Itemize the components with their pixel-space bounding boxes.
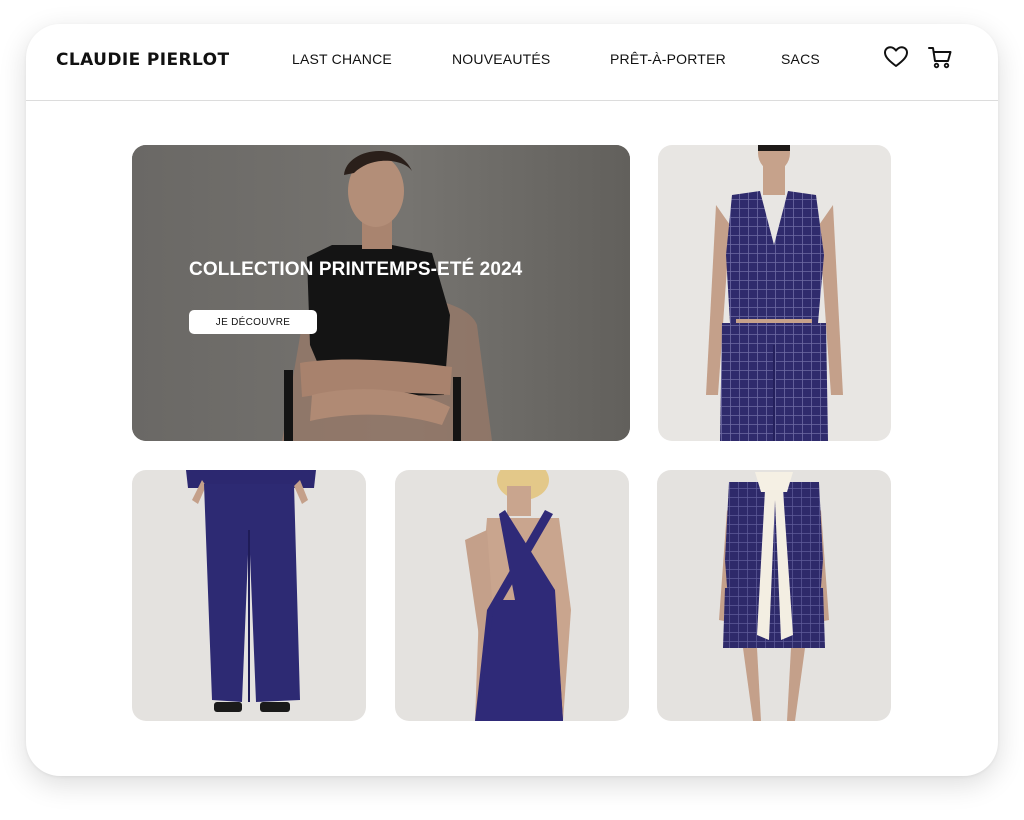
product-image-open-back-dress <box>465 470 571 721</box>
discover-button[interactable]: JE DÉCOUVRE <box>189 310 317 334</box>
cart-icon[interactable] <box>927 44 953 70</box>
product-tile-vest[interactable] <box>658 145 891 441</box>
product-image-wide-trousers <box>186 470 316 712</box>
nav-item-nouveautes[interactable]: NOUVEAUTÉS <box>452 51 550 67</box>
hero-model-image <box>132 145 630 441</box>
site-header: CLAUDIE PIERLOT LAST CHANCE NOUVEAUTÉS P… <box>26 24 998 101</box>
product-image-checked-dress <box>719 472 829 721</box>
hero-banner[interactable]: COLLECTION PRINTEMPS-ETÉ 2024 JE DÉCOUVR… <box>132 145 630 441</box>
browser-card: CLAUDIE PIERLOT LAST CHANCE NOUVEAUTÉS P… <box>26 24 998 776</box>
nav-item-pret-a-porter[interactable]: PRÊT-À-PORTER <box>610 51 726 67</box>
product-tile-dress[interactable] <box>395 470 629 721</box>
product-tile-bow-dress[interactable] <box>657 470 891 721</box>
brand-logo[interactable]: CLAUDIE PIERLOT <box>56 50 229 70</box>
nav-item-last-chance[interactable]: LAST CHANCE <box>292 51 392 67</box>
hero-title: COLLECTION PRINTEMPS-ETÉ 2024 <box>189 259 523 280</box>
heart-icon[interactable] <box>883 44 909 70</box>
product-tile-trousers[interactable] <box>132 470 366 721</box>
product-image-checked-vest <box>706 145 843 441</box>
nav-item-sacs[interactable]: SACS <box>781 51 820 67</box>
